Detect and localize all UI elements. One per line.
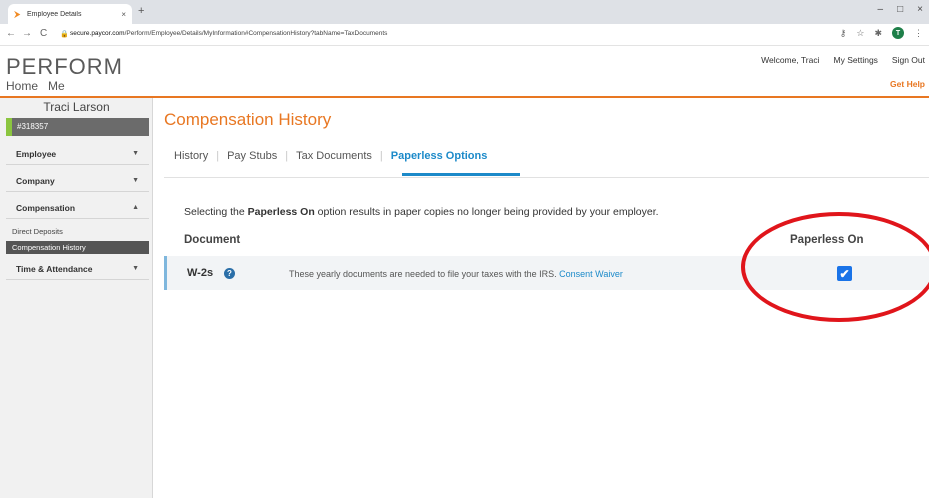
close-tab-icon[interactable]: × — [121, 10, 126, 19]
help-icon[interactable]: ? — [224, 268, 235, 279]
employee-id: #318357 — [17, 122, 49, 131]
sidebar-section-label: Time & Attendance — [16, 263, 93, 274]
active-tab-indicator — [402, 173, 520, 176]
minimize-icon[interactable]: – — [878, 4, 884, 15]
back-arrow-icon[interactable]: ← — [6, 28, 16, 39]
caret-down-icon: ▼ — [132, 150, 139, 157]
maximize-icon[interactable]: □ — [897, 4, 903, 15]
column-header-paperless-on: Paperless On — [790, 234, 864, 246]
sidebar-section-employee[interactable]: Employee ▼ — [6, 143, 149, 165]
sidebar-section-company[interactable]: Company ▼ — [6, 170, 149, 192]
tab-pay-stubs[interactable]: Pay Stubs — [219, 150, 285, 162]
employee-name: Traci Larson — [43, 100, 110, 114]
compensation-tabs: History | Pay Stubs | Tax Documents | Pa… — [164, 150, 495, 162]
page-title: Compensation History — [164, 110, 332, 129]
sidebar-section-label: Compensation — [16, 202, 76, 213]
intro-text-start: Selecting the — [184, 206, 248, 218]
sidebar-item-direct-deposits[interactable]: Direct Deposits — [6, 225, 149, 238]
welcome-text: Welcome, Traci — [761, 55, 820, 65]
extensions-puzzle-icon[interactable]: ✱ — [874, 28, 882, 39]
sidebar: Traci Larson #318357 Employee ▼ Company … — [0, 98, 153, 498]
url-path: /Perform/Employee/Details/MyInformation#… — [124, 30, 388, 37]
menu-dots-icon[interactable]: ⋮ — [914, 28, 923, 39]
browser-tab-title: Employee Details — [27, 10, 82, 18]
description-text: These yearly documents are needed to fil… — [289, 269, 557, 279]
document-description: These yearly documents are needed to fil… — [289, 269, 623, 279]
employee-id-bar: #318357 — [6, 118, 149, 136]
paperless-intro-text: Selecting the Paperless On option result… — [184, 206, 659, 218]
key-icon[interactable]: ⚷ — [840, 28, 847, 39]
intro-text-end: option results in paper copies no longer… — [314, 206, 659, 218]
reload-icon[interactable]: C — [40, 28, 47, 39]
column-header-document: Document — [184, 234, 241, 246]
sidebar-section-label: Employee — [16, 148, 57, 159]
document-name: W-2s — [187, 267, 214, 279]
profile-avatar[interactable]: T — [892, 27, 904, 39]
caret-down-icon: ▼ — [132, 177, 139, 184]
my-settings-link[interactable]: My Settings — [834, 55, 878, 65]
tab-paperless-options[interactable]: Paperless Options — [383, 150, 496, 162]
browser-tab[interactable]: ⮞ Employee Details × — [8, 4, 132, 24]
employee-id-accent — [6, 118, 12, 136]
browser-tab-strip: ⮞ Employee Details × + – □ × — [0, 0, 929, 24]
close-window-icon[interactable]: × — [917, 4, 923, 15]
new-tab-icon[interactable]: + — [138, 5, 144, 17]
sidebar-item-compensation-history[interactable]: Compensation History — [6, 241, 149, 254]
perform-logo[interactable]: PERFORM — [6, 54, 123, 80]
sign-out-link[interactable]: Sign Out — [892, 55, 925, 65]
tabs-divider — [164, 177, 929, 178]
browser-toolbar-icons: ⚷ ☆ ✱ T ⋮ — [840, 27, 923, 39]
top-nav: Home Me — [6, 79, 65, 93]
lock-icon: 🔒 — [60, 31, 69, 38]
paycor-favicon-icon: ⮞ — [14, 8, 21, 19]
checkmark-icon: ✔ — [839, 266, 850, 281]
table-row: W-2s ? These yearly documents are needed… — [164, 256, 929, 290]
tab-tax-documents[interactable]: Tax Documents — [288, 150, 380, 162]
forward-arrow-icon[interactable]: → — [22, 28, 32, 39]
intro-text-bold: Paperless On — [247, 206, 315, 218]
address-bar: ← → C 🔒 secure.paycor.com/Perform/Employ… — [0, 24, 929, 46]
url-field[interactable]: secure.paycor.com/Perform/Employee/Detai… — [70, 30, 387, 37]
url-host: secure.paycor.com — [70, 30, 125, 37]
tab-history[interactable]: History — [164, 150, 216, 162]
caret-down-icon: ▼ — [132, 265, 139, 272]
sidebar-section-label: Company — [16, 175, 55, 186]
user-links: Welcome, Traci My Settings Sign Out — [761, 55, 925, 65]
sidebar-section-time-attendance[interactable]: Time & Attendance ▼ — [6, 258, 149, 280]
nav-me[interactable]: Me — [48, 79, 65, 93]
window-controls: – □ × — [878, 4, 923, 15]
star-icon[interactable]: ☆ — [856, 28, 864, 39]
sidebar-section-compensation[interactable]: Compensation ▲ — [6, 197, 149, 219]
get-help-link[interactable]: Get Help — [890, 79, 925, 89]
consent-waiver-link[interactable]: Consent Waiver — [559, 269, 623, 279]
caret-up-icon: ▲ — [132, 204, 139, 211]
paperless-on-checkbox[interactable]: ✔ — [837, 266, 852, 281]
nav-home[interactable]: Home — [6, 79, 38, 93]
